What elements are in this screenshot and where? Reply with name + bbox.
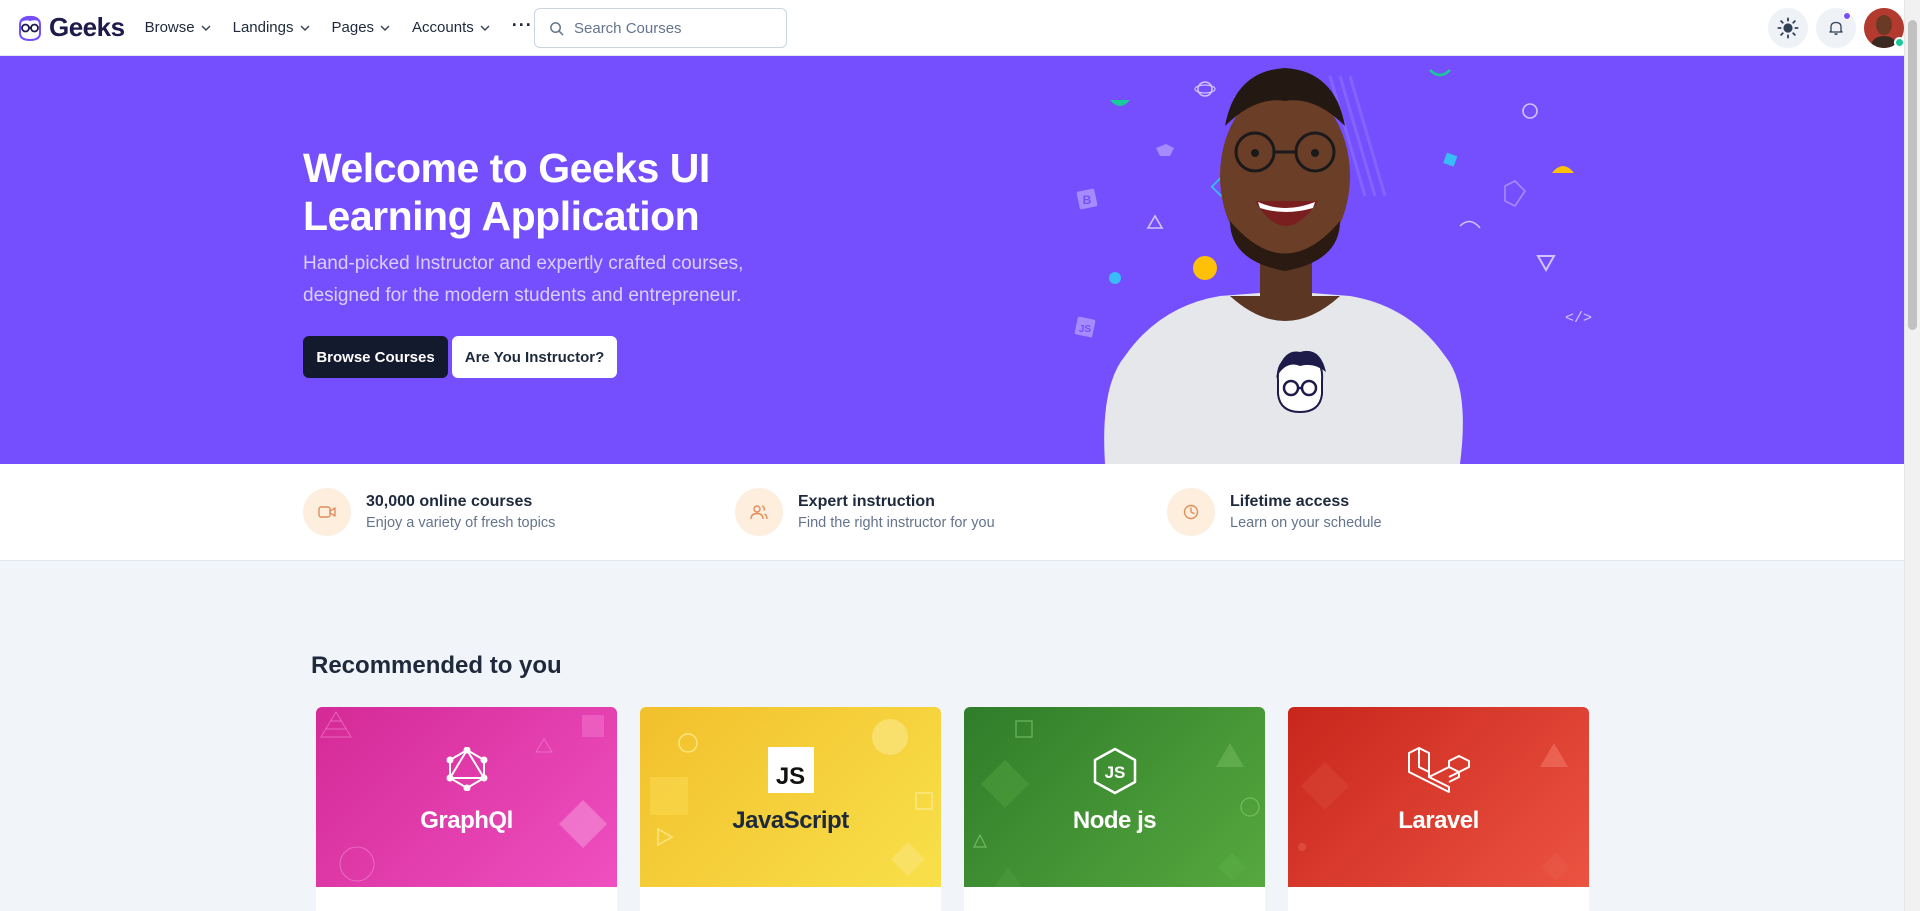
feature-title: Expert instruction (798, 493, 935, 510)
decorative-shapes (973, 720, 1260, 887)
nav-accounts[interactable]: Accounts (412, 19, 490, 36)
course-label: Node js (1072, 807, 1157, 834)
chevron-down-icon (201, 25, 211, 31)
notification-dot (1843, 12, 1851, 20)
recommended-title: Recommended to you (311, 652, 562, 679)
clock-icon (1167, 488, 1215, 536)
scrollbar-thumb[interactable] (1908, 20, 1917, 330)
graphql-icon (446, 747, 487, 791)
feature-desc: Learn on your schedule (1230, 515, 1382, 531)
video-icon (303, 488, 351, 536)
page-scrollbar[interactable] (1904, 0, 1920, 911)
chevron-down-icon (380, 25, 390, 31)
more-menu-button[interactable]: ··· (512, 16, 533, 34)
javascript-icon: JS (767, 747, 814, 793)
search-icon (550, 21, 564, 35)
nav-pages-label: Pages (331, 19, 375, 36)
brand-name: Geeks (49, 12, 125, 42)
logo-text: JS (1104, 763, 1125, 782)
bell-icon (1829, 21, 1843, 35)
feature-desc: Enjoy a variety of fresh topics (366, 515, 556, 531)
svg-text:</>: </> (1565, 310, 1592, 327)
nav-accounts-label: Accounts (412, 19, 474, 36)
course-thumbnail: Laravel (1288, 707, 1589, 887)
feature-lifetime-access: Lifetime access Learn on your schedule (1167, 488, 1382, 536)
nav-actions (1768, 8, 1905, 48)
course-card-laravel[interactable]: Laravel (1288, 707, 1589, 911)
notifications-button[interactable] (1816, 8, 1856, 48)
avatar[interactable] (1864, 8, 1905, 48)
nav-browse-label: Browse (144, 19, 195, 36)
nav-pages[interactable]: Pages (332, 19, 391, 36)
decorative-shapes (1298, 743, 1571, 882)
feature-online-courses: 30,000 online courses Enjoy a variety of… (303, 488, 555, 536)
course-label: Laravel (1398, 807, 1479, 834)
course-thumbnail: JS Node js (964, 707, 1265, 887)
decorative-shapes (650, 719, 933, 876)
decorative-shapes (320, 711, 608, 882)
instructor-button[interactable]: Are You Instructor? (452, 336, 617, 378)
course-card-graphql[interactable]: GraphQl (316, 707, 617, 911)
svg-text:JS: JS (1079, 324, 1092, 335)
top-navbar: Geeks Browse Landings Pages Accounts ··· (0, 0, 1905, 56)
feature-expert-instruction: Expert instruction Find the right instru… (735, 488, 995, 536)
hero-title: Welcome to Geeks UI Learning Application (303, 145, 710, 239)
hero-banner: Welcome to Geeks UI Learning Application… (0, 56, 1904, 464)
browse-courses-button[interactable]: Browse Courses (303, 336, 448, 378)
course-card-nodejs[interactable]: JS Node js (964, 707, 1265, 911)
nav-landings[interactable]: Landings (233, 19, 310, 36)
search-input[interactable] (574, 19, 754, 37)
hero-subtitle: Hand-picked Instructor and expertly craf… (303, 253, 744, 306)
course-label: GraphQl (420, 807, 513, 834)
course-label: JavaScript (732, 807, 849, 834)
hero-illustration: B JS </> (1074, 68, 1592, 464)
users-icon (735, 488, 783, 536)
feature-title: Lifetime access (1230, 493, 1350, 510)
sun-icon (1777, 17, 1799, 39)
nodejs-icon: JS (1093, 747, 1136, 795)
nav-browse[interactable]: Browse (145, 19, 211, 36)
laravel-icon (1407, 747, 1470, 793)
nav-landings-label: Landings (232, 19, 294, 36)
course-thumbnail: GraphQl (316, 707, 617, 887)
geeks-logo-icon (19, 15, 41, 41)
feature-desc: Find the right instructor for you (798, 515, 995, 531)
logo-text: JS (775, 763, 806, 790)
theme-toggle-button[interactable] (1768, 8, 1808, 48)
course-thumbnail: JS JavaScript (640, 707, 941, 887)
feature-title: 30,000 online courses (366, 493, 533, 510)
course-card-javascript[interactable]: JS JavaScript (640, 707, 941, 911)
brand-logo[interactable]: Geeks (15, 12, 125, 43)
search-box[interactable] (534, 8, 787, 48)
svg-text:B: B (1083, 193, 1092, 207)
features-bar: 30,000 online courses Enjoy a variety of… (0, 464, 1904, 561)
chevron-down-icon (300, 25, 309, 31)
chevron-down-icon (480, 25, 490, 31)
